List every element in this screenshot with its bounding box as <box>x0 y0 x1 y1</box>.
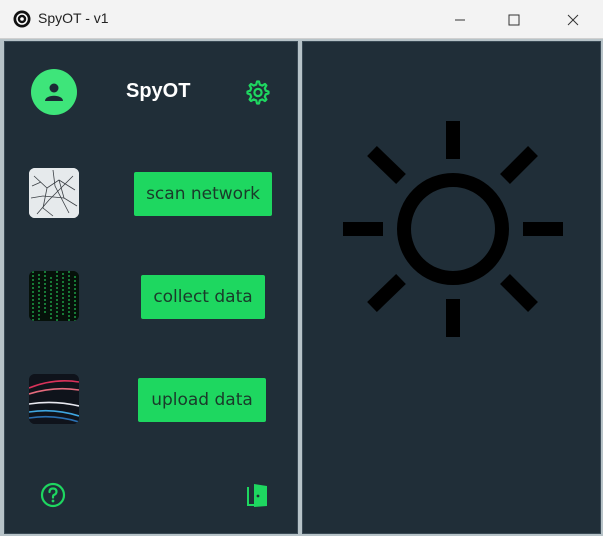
collect-thumbnail <box>29 271 79 321</box>
close-button[interactable] <box>550 0 596 39</box>
scan-thumbnail <box>29 168 79 218</box>
minimize-icon <box>455 19 465 20</box>
title-bar: SpyOT - v1 <box>0 0 603 39</box>
window-content: SpyOT scan network collect data upload d… <box>0 39 603 536</box>
maximize-icon <box>508 14 520 25</box>
close-icon <box>567 14 579 25</box>
app-logo-icon <box>13 10 31 28</box>
collect-data-button[interactable]: collect data <box>141 275 265 319</box>
minimize-button[interactable] <box>437 0 483 39</box>
cracked-glass-image <box>29 168 79 218</box>
app-name: SpyOT <box>126 80 191 102</box>
exit-door-icon[interactable] <box>246 482 270 508</box>
main-panel <box>302 41 601 534</box>
user-icon <box>45 83 63 101</box>
light-streaks-image <box>29 374 79 424</box>
scan-network-button[interactable]: scan network <box>134 172 272 216</box>
upload-data-button[interactable]: upload data <box>138 378 266 422</box>
gear-icon[interactable] <box>244 79 270 105</box>
help-icon[interactable] <box>40 482 66 508</box>
matrix-code-image <box>29 271 79 321</box>
sidebar-panel: SpyOT scan network collect data upload d… <box>4 41 298 534</box>
window-title: SpyOT - v1 <box>38 10 109 26</box>
maximize-button[interactable] <box>491 0 537 39</box>
upload-thumbnail <box>29 374 79 424</box>
sun-icon[interactable] <box>343 117 563 339</box>
avatar[interactable] <box>31 69 77 115</box>
